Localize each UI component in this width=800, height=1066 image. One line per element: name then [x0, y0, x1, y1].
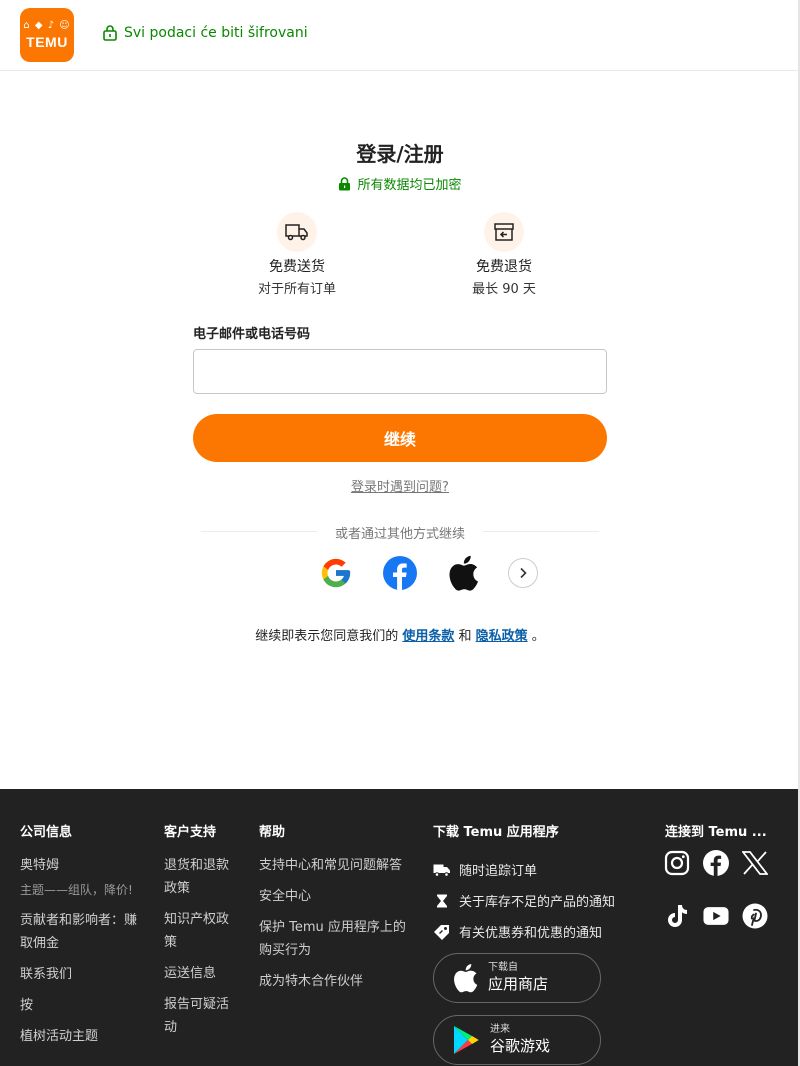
pinterest-icon[interactable]: [742, 903, 768, 929]
footer-download-column: 下载 Temu 应用程序 随时追踪订单 关于库存不足的产品的通知 有关优惠券和优…: [433, 821, 643, 947]
apple-icon: [449, 555, 478, 591]
benefit-free-returns: 免费退货 最长 90 天: [424, 212, 584, 297]
google-login-button[interactable]: [318, 555, 354, 591]
google-play-small-text: 进来: [490, 1024, 510, 1035]
encrypted-notice: 所有数据均已加密: [0, 174, 800, 193]
footer-support-column: 客户支持 退货和退款政策 知识产权政策 运送信息 报告可疑活动: [164, 821, 236, 1047]
trouble-signing-in: 登录时遇到问题?: [0, 476, 800, 495]
chevron-right-icon: [520, 567, 527, 579]
benefit-title: 免费退货: [476, 259, 532, 275]
footer-link-ip-policy[interactable]: 知识产权政策: [164, 908, 236, 954]
app-feature-text: 有关优惠券和优惠的通知: [459, 926, 603, 941]
facebook-icon[interactable]: [703, 850, 729, 876]
benefit-free-shipping: 免费送货 对于所有订单: [217, 212, 377, 297]
logo-mini-icons: ⌂ ◆ ♪ ☺: [23, 20, 71, 31]
return-box-icon: [484, 212, 524, 252]
footer-link-purchase-protection[interactable]: 保护 Temu 应用程序上的购买行为: [259, 916, 409, 962]
footer-help-column: 帮助 支持中心和常见问题解答 安全中心 保护 Temu 应用程序上的购买行为 成…: [259, 821, 409, 1001]
email-phone-label: 电子邮件或电话号码: [193, 327, 311, 342]
footer-link-autumn[interactable]: 奥特姆: [20, 854, 142, 877]
footer-link-support-center[interactable]: 支持中心和常见问题解答: [259, 854, 409, 877]
footer-company-column: 公司信息 奥特姆 主题——组队，降价! 贡献者和影响者：赚取佣金 联系我们 按 …: [20, 821, 142, 1056]
footer-heading: 连接到 Temu ...: [665, 825, 767, 840]
footer-link-partner[interactable]: 成为特木合作伙伴: [259, 970, 409, 993]
security-notice-text: Svi podaci će biti šifrovani: [124, 24, 308, 41]
footer-heading: 客户支持: [164, 825, 217, 840]
continue-button[interactable]: 继续: [193, 414, 607, 462]
x-twitter-icon[interactable]: [742, 850, 768, 876]
footer-link-return-policy[interactable]: 退货和退款政策: [164, 854, 236, 900]
app-feature-text: 随时追踪订单: [459, 864, 538, 879]
benefit-subtitle: 最长 90 天: [472, 282, 536, 297]
lock-icon: [103, 25, 117, 41]
footer: 公司信息 奥特姆 主题——组队，降价! 贡献者和影响者：赚取佣金 联系我们 按 …: [0, 789, 798, 1066]
google-play-button[interactable]: 进来 谷歌游戏: [433, 1015, 601, 1065]
security-notice: Svi podaci će biti šifrovani: [102, 24, 308, 41]
footer-heading: 下载 Temu 应用程序: [433, 825, 559, 840]
hourglass-icon: [437, 894, 447, 907]
footer-link-tree-planting[interactable]: 植树活动主题: [20, 1025, 142, 1048]
footer-link-report[interactable]: 报告可疑活动: [164, 993, 236, 1039]
truck-icon: [277, 212, 317, 252]
trouble-link[interactable]: 登录时遇到问题?: [351, 480, 449, 495]
google-play-text: 进来 谷歌游戏: [490, 1024, 550, 1056]
terms-notice: 继续即表示您同意我们的 使用条款 和 隐私政策 。: [0, 625, 800, 644]
encrypted-notice-text: 所有数据均已加密: [357, 178, 462, 193]
or-continue-text: 或者通过其他方式继续: [334, 527, 465, 542]
privacy-policy-link[interactable]: 隐私政策: [476, 629, 528, 644]
app-store-small-text: 下载自: [488, 962, 518, 973]
terms-suffix: 。: [527, 629, 545, 644]
app-store-button[interactable]: 下载自 应用商店: [433, 953, 601, 1003]
google-icon: [321, 558, 351, 588]
apple-login-button[interactable]: [445, 555, 481, 591]
youtube-icon[interactable]: [703, 903, 729, 929]
google-play-big-text: 谷歌游戏: [490, 1037, 551, 1055]
terms-and: 和: [454, 629, 476, 644]
more-options-button[interactable]: [508, 558, 538, 588]
app-feature-coupons: 有关优惠券和优惠的通知: [433, 916, 643, 947]
tag-icon: [434, 924, 449, 940]
app-feature-stock: 关于库存不足的产品的通知: [433, 885, 643, 916]
login-page: ⌂ ◆ ♪ ☺ TEMU Svi podaci će biti šifrovan…: [0, 0, 800, 1066]
footer-heading: 公司信息: [20, 825, 73, 840]
app-store-big-text: 应用商店: [488, 975, 549, 993]
footer-link-press[interactable]: 按: [20, 994, 142, 1017]
footer-link-shipping[interactable]: 运送信息: [164, 962, 236, 985]
google-play-icon: [454, 1026, 479, 1054]
apple-icon: [454, 963, 478, 993]
lock-icon: [339, 176, 351, 190]
facebook-icon: [383, 556, 417, 590]
temu-logo[interactable]: ⌂ ◆ ♪ ☺ TEMU: [20, 8, 74, 62]
footer-link-contact[interactable]: 联系我们: [20, 963, 142, 986]
app-store-text: 下载自 应用商店: [488, 962, 548, 994]
benefit-title: 免费送货: [269, 259, 325, 275]
instagram-icon[interactable]: [664, 850, 690, 876]
footer-link-affiliate[interactable]: 贡献者和影响者：赚取佣金: [20, 909, 142, 955]
terms-of-use-link[interactable]: 使用条款: [402, 629, 454, 644]
facebook-login-button[interactable]: [382, 555, 418, 591]
app-feature-text: 关于库存不足的产品的通知: [459, 895, 616, 910]
footer-link-safety-center[interactable]: 安全中心: [259, 885, 409, 908]
page-title: 登录/注册: [356, 142, 444, 166]
truck-icon: [433, 864, 450, 877]
benefit-subtitle: 对于所有订单: [257, 282, 336, 297]
app-feature-tracking: 随时追踪订单: [433, 854, 643, 885]
terms-prefix: 继续即表示您同意我们的: [255, 629, 403, 644]
logo-text: TEMU: [26, 34, 68, 50]
top-header: ⌂ ◆ ♪ ☺ TEMU Svi podaci će biti šifrovan…: [0, 0, 798, 71]
footer-theme-note[interactable]: 主题——组队，降价!: [20, 881, 142, 899]
tiktok-icon[interactable]: [664, 903, 690, 929]
email-phone-input[interactable]: [193, 349, 607, 394]
footer-heading: 帮助: [259, 825, 286, 840]
